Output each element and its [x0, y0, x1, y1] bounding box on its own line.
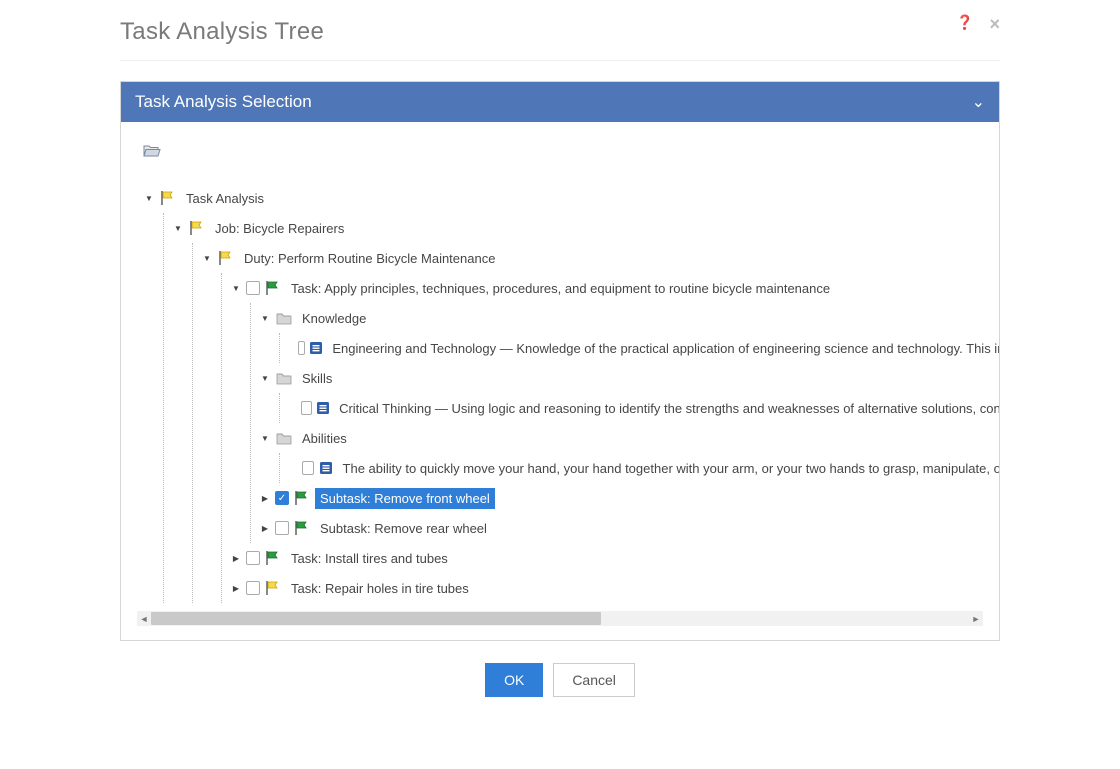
checkbox[interactable] [298, 341, 306, 355]
flag-green-icon [293, 520, 311, 536]
node-label[interactable]: Job: Bicycle Repairers [210, 218, 349, 239]
checkbox[interactable] [246, 581, 260, 595]
doc-icon [316, 400, 330, 416]
node-label[interactable]: Task: Install tires and tubes [286, 548, 453, 569]
checkbox[interactable] [275, 521, 289, 535]
cancel-button[interactable]: Cancel [553, 663, 635, 697]
toggle-icon[interactable] [259, 434, 271, 443]
node-label[interactable]: The ability to quickly move your hand, y… [338, 458, 999, 479]
node-task-analysis[interactable]: Task Analysis [143, 183, 999, 213]
toggle-icon[interactable] [172, 224, 184, 233]
help-icon[interactable]: ❓ [956, 14, 973, 35]
panel-title: Task Analysis Selection [135, 92, 312, 112]
folder-open-icon[interactable] [143, 142, 999, 163]
doc-icon [309, 340, 323, 356]
node-label[interactable]: Subtask: Remove rear wheel [315, 518, 492, 539]
node-label[interactable]: Engineering and Technology — Knowledge o… [327, 338, 999, 359]
node-task3[interactable]: Task: Repair holes in tire tubes [230, 573, 999, 603]
scroll-thumb[interactable] [151, 612, 601, 625]
panel-header[interactable]: Task Analysis Selection ⌄ [121, 82, 999, 122]
node-knowledge[interactable]: Knowledge [259, 303, 999, 333]
node-knowledge-item[interactable]: Engineering and Technology — Knowledge o… [288, 333, 999, 363]
checkbox[interactable] [275, 491, 289, 505]
flag-yellow-icon [159, 190, 177, 206]
node-label[interactable]: Task: Apply principles, techniques, proc… [286, 278, 835, 299]
tree: Task Analysis Job: Bicycle Repairers [121, 183, 999, 603]
checkbox[interactable] [301, 401, 312, 415]
node-label[interactable]: Critical Thinking — Using logic and reas… [334, 398, 999, 419]
checkbox[interactable] [246, 551, 260, 565]
page-title: Task Analysis Tree [120, 18, 324, 46]
node-label[interactable]: Skills [297, 368, 337, 389]
flag-green-icon [264, 550, 282, 566]
flag-green-icon [264, 280, 282, 296]
scroll-right-icon[interactable]: ► [969, 611, 983, 626]
toggle-icon[interactable] [230, 284, 242, 293]
horizontal-scrollbar[interactable]: ◄ ► [137, 611, 983, 626]
panel-body: Task Analysis Job: Bicycle Repairers [121, 122, 999, 640]
scroll-left-icon[interactable]: ◄ [137, 611, 151, 626]
node-task2[interactable]: Task: Install tires and tubes [230, 543, 999, 573]
ok-button[interactable]: OK [485, 663, 543, 697]
node-label[interactable]: Task: Repair holes in tire tubes [286, 578, 474, 599]
node-label[interactable]: Abilities [297, 428, 352, 449]
toggle-icon[interactable] [143, 194, 155, 203]
toggle-icon[interactable] [259, 494, 271, 503]
node-label[interactable]: Duty: Perform Routine Bicycle Maintenanc… [239, 248, 500, 269]
node-abilities-item[interactable]: The ability to quickly move your hand, y… [288, 453, 999, 483]
dialog-buttons: OK Cancel [0, 663, 1120, 697]
node-label[interactable]: Task Analysis [181, 188, 269, 209]
flag-yellow-icon [264, 580, 282, 596]
node-label[interactable]: Subtask: Remove front wheel [315, 488, 495, 509]
flag-yellow-icon [217, 250, 235, 266]
folder-icon [275, 370, 293, 386]
toggle-icon[interactable] [230, 584, 242, 593]
flag-yellow-icon [188, 220, 206, 236]
close-icon[interactable]: × [989, 14, 1000, 35]
toggle-icon[interactable] [259, 524, 271, 533]
toggle-icon[interactable] [201, 254, 213, 263]
task-analysis-panel: Task Analysis Selection ⌄ Task Analysis [120, 81, 1000, 641]
flag-green-icon [293, 490, 311, 506]
chevron-down-icon[interactable]: ⌄ [972, 92, 985, 112]
node-skills[interactable]: Skills [259, 363, 999, 393]
divider [120, 60, 1000, 61]
toggle-icon[interactable] [259, 314, 271, 323]
node-subtask-front[interactable]: Subtask: Remove front wheel [259, 483, 999, 513]
scroll-track[interactable] [151, 611, 969, 626]
doc-icon [318, 460, 333, 476]
checkbox[interactable] [246, 281, 260, 295]
node-duty[interactable]: Duty: Perform Routine Bicycle Maintenanc… [201, 243, 999, 273]
toggle-icon[interactable] [230, 554, 242, 563]
toggle-icon[interactable] [259, 374, 271, 383]
checkbox[interactable] [302, 461, 314, 475]
node-job[interactable]: Job: Bicycle Repairers [172, 213, 999, 243]
node-abilities[interactable]: Abilities [259, 423, 999, 453]
folder-icon [275, 430, 293, 446]
folder-icon [275, 310, 293, 326]
node-label[interactable]: Knowledge [297, 308, 371, 329]
node-skills-item[interactable]: Critical Thinking — Using logic and reas… [288, 393, 999, 423]
node-task1[interactable]: Task: Apply principles, techniques, proc… [230, 273, 999, 303]
node-subtask-rear[interactable]: Subtask: Remove rear wheel [259, 513, 999, 543]
